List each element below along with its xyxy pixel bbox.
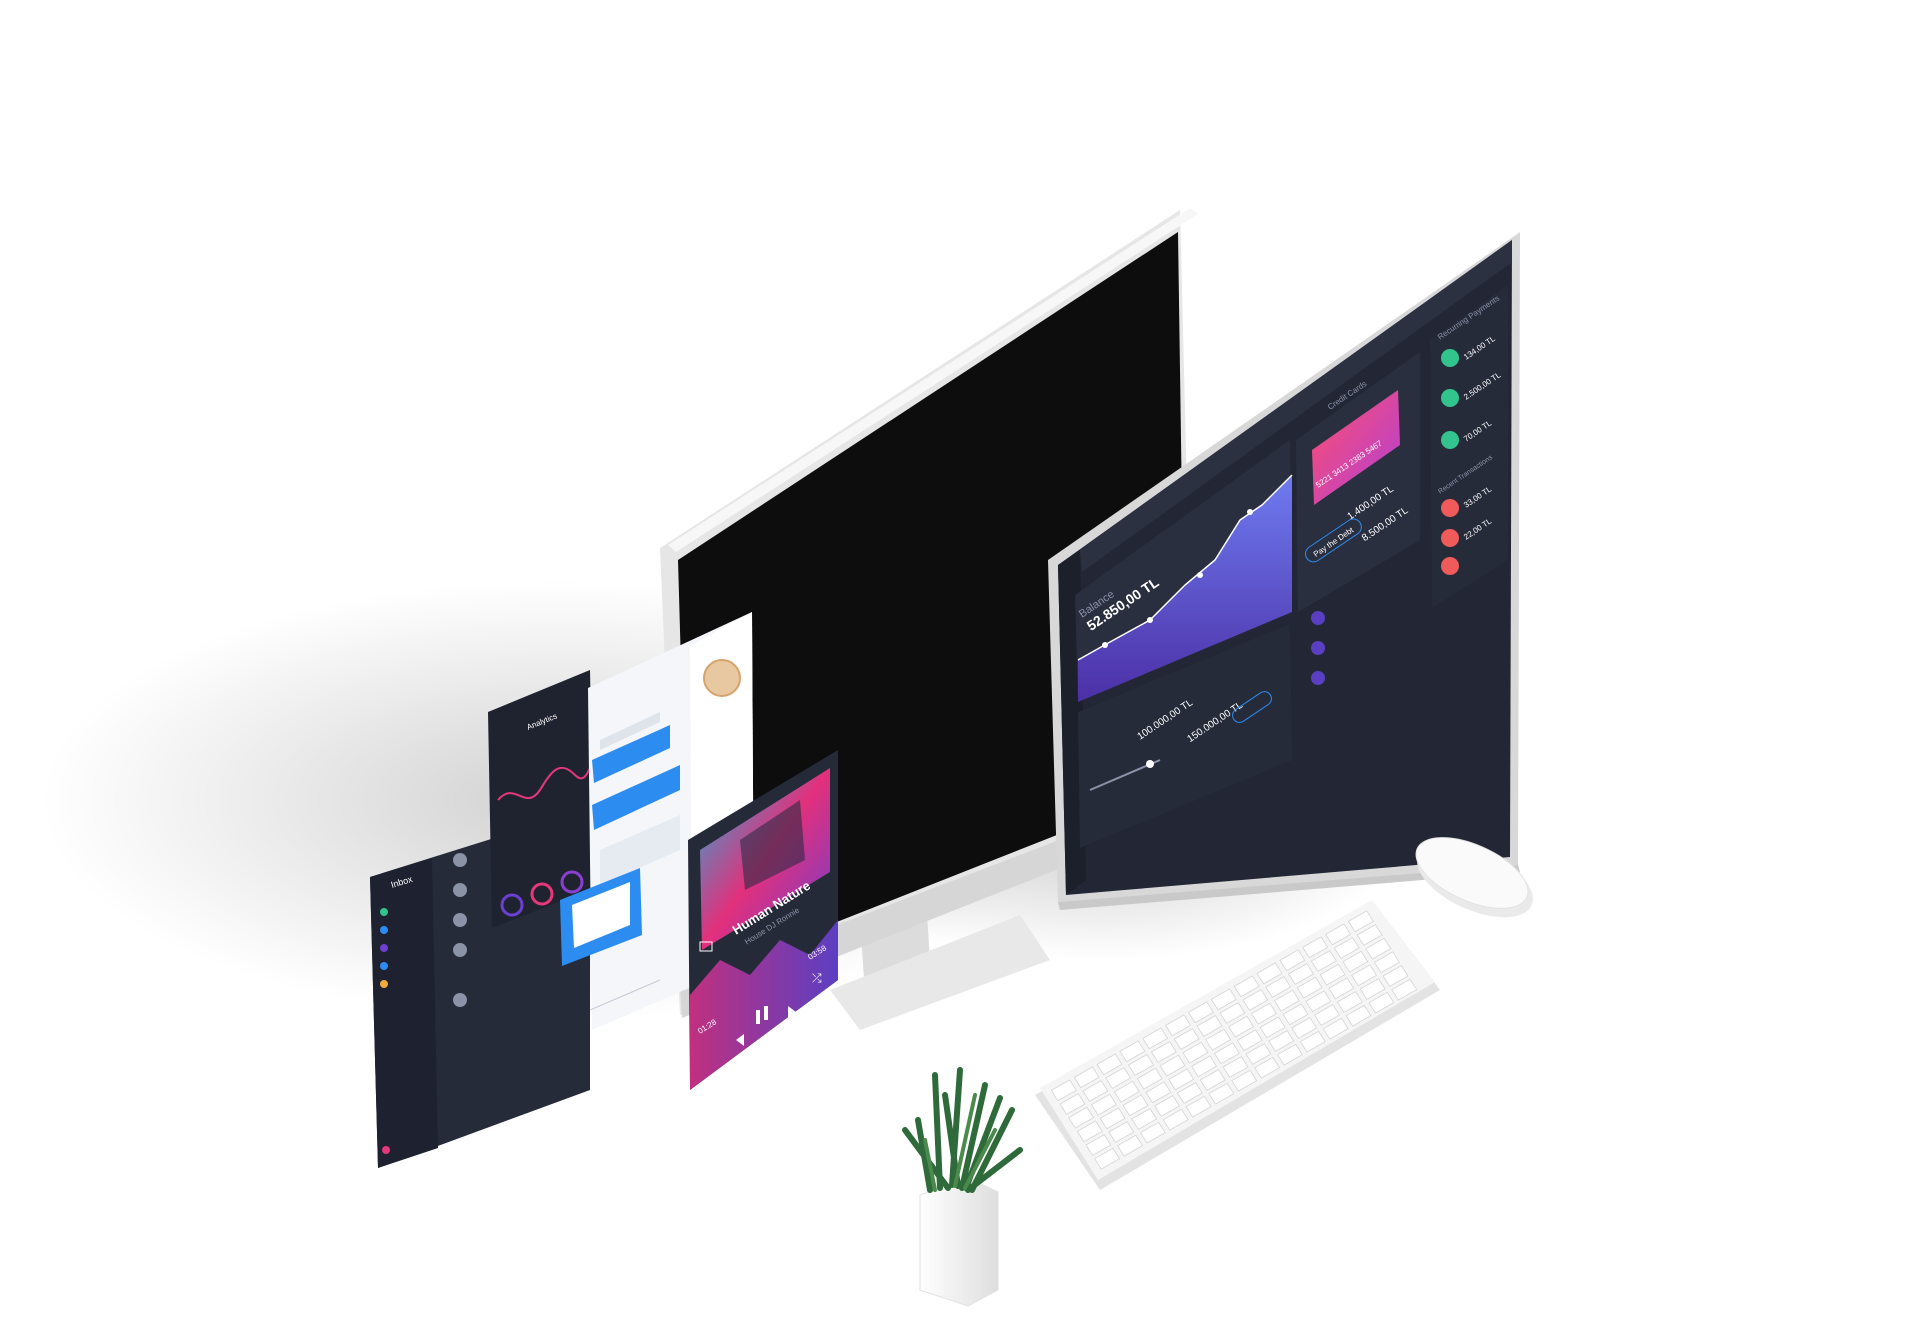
avatar [453,913,467,927]
chart-point [1102,642,1108,648]
tx-avatar [1311,671,1325,685]
loan-slider-thumb[interactable] [1146,760,1154,768]
chart-point [1247,509,1253,515]
recent-icon [1441,499,1459,517]
payment-icon [1441,431,1459,449]
folder-icon[interactable] [380,908,388,916]
plant [902,1067,1023,1307]
inbox-sidebar [370,858,438,1168]
avatar [453,943,467,957]
profile-avatar [703,659,741,697]
payment-icon [1441,389,1459,407]
pause-icon[interactable] [764,1006,768,1020]
scene: Balance 52.850,00 TL 100.000,00 TL 150.0… [40,208,1533,1307]
folder-icon[interactable] [380,944,388,952]
chart-point [1197,572,1203,578]
recent-icon [1441,529,1459,547]
shuffle-icon[interactable]: ⤮ [812,971,822,985]
folder-icon[interactable] [380,980,388,988]
analytics-card: Analytics [488,670,594,928]
folder-icon[interactable] [380,962,388,970]
payment-icon [1441,349,1459,367]
chart-point [1147,617,1153,623]
compose-icon[interactable] [382,1146,390,1154]
avatar [453,853,467,867]
plant-leaves [902,1067,1023,1193]
avatar [453,993,467,1007]
tx-avatar [1311,641,1325,655]
recent-icon [1441,557,1459,575]
folder-icon[interactable] [380,926,388,934]
pause-icon[interactable] [756,1010,760,1024]
plant-pot [919,1177,999,1307]
tx-avatar [1311,611,1325,625]
avatar [453,883,467,897]
